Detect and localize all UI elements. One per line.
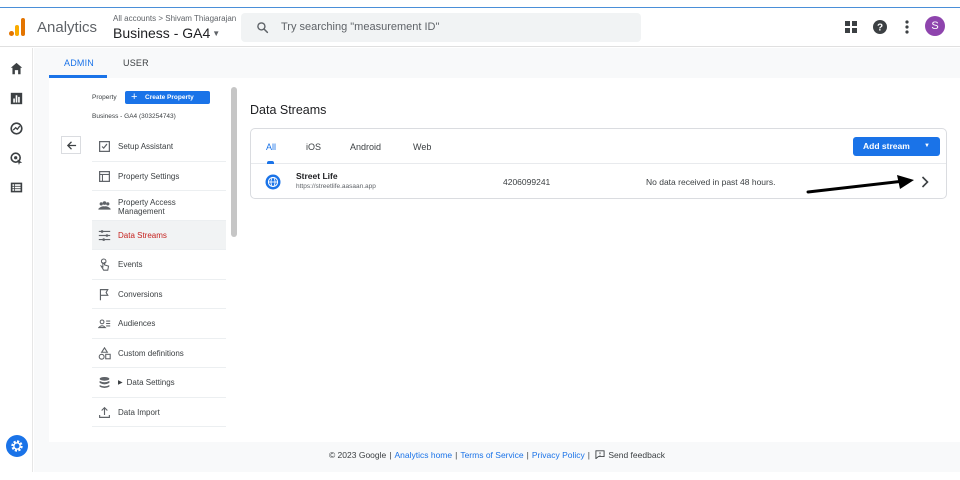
footer-copyright: © 2023 Google (328, 450, 387, 460)
admin-user-tabs: ADMIN USER (34, 48, 960, 78)
explore-icon[interactable] (10, 122, 23, 135)
menu-item-property-settings[interactable]: Property Settings (92, 162, 226, 191)
reports-icon[interactable] (10, 92, 23, 105)
analytics-logo-icon[interactable] (9, 18, 25, 36)
page-footer: © 2023 Google | Analytics home | Terms of Se… (328, 450, 666, 460)
arrow-back-icon (66, 141, 77, 150)
touch-icon (99, 258, 110, 271)
page-title: Data Streams (250, 103, 327, 117)
chevron-right-icon[interactable] (920, 175, 930, 189)
data-streams-icon (98, 229, 111, 241)
web-globe-icon (265, 174, 281, 190)
property-settings-icon (99, 170, 110, 182)
left-nav-rail (0, 48, 33, 472)
menu-item-label: Custom definitions (118, 348, 184, 358)
menu-item-label: Audiences (118, 319, 156, 328)
tab-admin[interactable]: ADMIN (64, 58, 94, 68)
apps-grid-icon[interactable] (843, 19, 859, 35)
expand-triangle-icon: ▶ (118, 380, 123, 386)
stream-url: https://streetlife.aasaan.app (296, 183, 376, 190)
tab-android[interactable]: Android (350, 142, 381, 152)
footer-link-analytics-home[interactable]: Analytics home (394, 450, 452, 460)
shapes-icon (98, 346, 111, 360)
menu-item-audiences[interactable]: Audiences (92, 309, 226, 339)
menu-item-custom-definitions[interactable]: Custom definitions (92, 339, 226, 368)
property-selector[interactable]: Business - GA4 ▼ (113, 25, 220, 41)
upload-icon (99, 406, 110, 418)
help-icon[interactable]: ? (872, 19, 888, 35)
annotation-arrow-icon (806, 175, 914, 194)
menu-item-label: Data Streams (118, 230, 167, 240)
advertising-icon[interactable] (10, 152, 23, 165)
people-icon (98, 201, 111, 210)
menu-item-data-streams[interactable]: Data Streams (92, 220, 226, 250)
menu-item-label: Property Access Management (118, 198, 176, 216)
property-name: Business - GA4 (303254743) (92, 113, 176, 120)
stream-id: 4206099241 (503, 177, 551, 187)
menu-item-label: Setup Assistant (118, 142, 174, 151)
tab-all[interactable]: All (266, 142, 276, 152)
menu-item-setup-assistant[interactable]: Setup Assistant (92, 132, 226, 162)
more-vert-icon[interactable] (899, 19, 915, 35)
menu-item-events[interactable]: Events (92, 250, 226, 280)
add-stream-button[interactable]: Add stream ▼ (853, 137, 940, 156)
add-stream-label: Add stream (863, 141, 910, 151)
caret-down-icon: ▼ (924, 143, 930, 149)
active-tab-indicator (267, 161, 274, 164)
configure-icon[interactable] (10, 181, 23, 194)
account-breadcrumb[interactable]: All accounts > Shivam Thiagarajan (113, 14, 236, 23)
caret-down-icon: ▼ (212, 29, 221, 38)
database-icon (99, 376, 110, 388)
menu-item-data-import[interactable]: Data Import (92, 398, 226, 427)
audiences-icon (98, 319, 111, 329)
stream-filter-tabs: All iOS Android Web Add stream ▼ (251, 129, 946, 164)
send-feedback-label: Send feedback (608, 450, 666, 460)
footer-link-terms[interactable]: Terms of Service (460, 450, 523, 460)
property-menu: Setup Assistant Property Settings Proper… (92, 132, 226, 427)
menu-scrollbar[interactable] (231, 87, 237, 237)
menu-item-label: Events (118, 260, 143, 269)
stream-status: No data received in past 48 hours. (646, 177, 776, 187)
app-name: Analytics (37, 19, 98, 36)
gear-icon (11, 440, 23, 452)
menu-item-label-group: ▶ Data Settings (118, 378, 175, 388)
admin-settings-button[interactable] (6, 435, 28, 457)
back-button[interactable] (61, 136, 81, 154)
search-bar[interactable]: Try searching "measurement ID" (241, 13, 641, 42)
send-feedback-button[interactable]: Send feedback (595, 450, 665, 460)
menu-item-property-access[interactable]: Property Access Management (92, 191, 226, 221)
plus-icon: + (131, 91, 138, 103)
app-header: Analytics All accounts > Shivam Thiagara… (0, 8, 960, 47)
feedback-icon (595, 450, 605, 459)
menu-item-label: Data Settings (126, 378, 175, 387)
property-selector-label: Business - GA4 (113, 25, 211, 41)
flag-icon (99, 288, 109, 300)
avatar[interactable]: S (925, 16, 945, 36)
create-property-label: Create Property (145, 94, 194, 101)
stream-name: Street Life (296, 171, 338, 181)
menu-item-label: Data Import (118, 407, 160, 417)
create-property-button[interactable]: + Create Property (125, 91, 210, 104)
footer-link-privacy[interactable]: Privacy Policy (532, 450, 585, 460)
menu-item-label: Property Settings (118, 171, 180, 181)
tab-ios[interactable]: iOS (306, 142, 321, 152)
checklist-icon (99, 141, 110, 152)
search-icon (257, 22, 269, 34)
menu-item-label: Conversions (118, 289, 163, 299)
property-column-label: Property (92, 94, 117, 101)
menu-item-data-settings[interactable]: ▶ Data Settings (92, 368, 226, 398)
svg-text:?: ? (877, 23, 883, 34)
home-icon[interactable] (10, 62, 23, 75)
tab-user[interactable]: USER (123, 58, 149, 68)
tab-web[interactable]: Web (413, 142, 431, 152)
search-placeholder: Try searching "measurement ID" (281, 21, 440, 33)
menu-item-conversions[interactable]: Conversions (92, 280, 226, 309)
